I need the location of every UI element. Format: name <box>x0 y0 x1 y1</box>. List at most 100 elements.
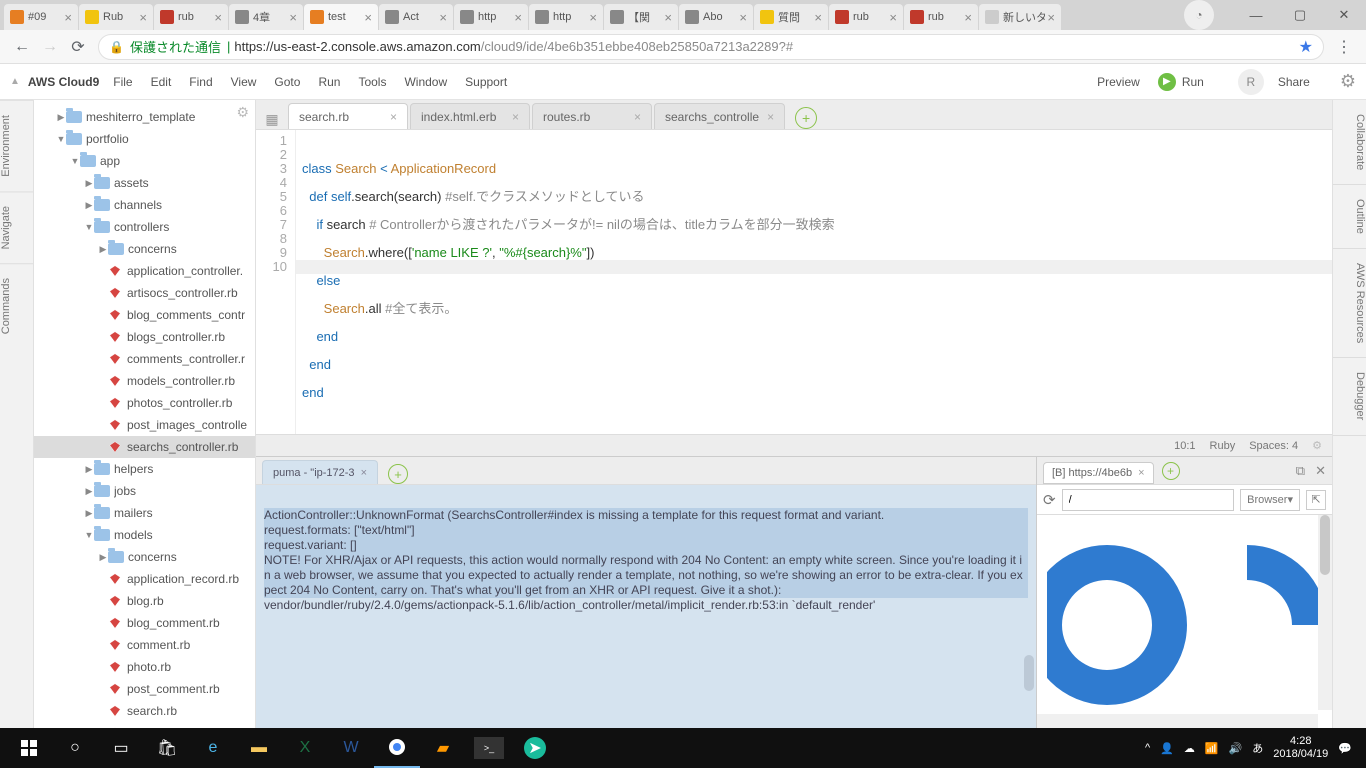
settings-gear-icon[interactable]: ⚙ <box>1340 71 1356 92</box>
preview-content[interactable] <box>1037 515 1332 728</box>
tree-folder[interactable]: ▶assets <box>34 172 255 194</box>
tree-file[interactable]: photos_controller.rb <box>34 392 255 414</box>
brand-label[interactable]: AWS Cloud9 <box>28 75 99 89</box>
side-tab[interactable]: Commands <box>0 263 33 348</box>
tree-file[interactable]: post_comment.rb <box>34 678 255 700</box>
side-tab[interactable]: AWS Resources <box>1333 249 1366 358</box>
tree-file[interactable]: photo.rb <box>34 656 255 678</box>
close-icon[interactable]: × <box>214 10 222 25</box>
chrome-profile-icon[interactable]: ◔ <box>1184 0 1214 30</box>
tree-file[interactable]: application_controller. <box>34 260 255 282</box>
clock[interactable]: 4:282018/04/19 <box>1273 735 1328 761</box>
close-icon[interactable]: × <box>439 10 447 25</box>
store-icon[interactable]: 🛍 <box>144 728 190 768</box>
close-icon[interactable]: × <box>589 10 597 25</box>
browser-tab[interactable]: #09× <box>4 4 78 30</box>
menu-item[interactable]: Run <box>318 75 340 89</box>
browser-tab[interactable]: 新しいタ× <box>979 4 1061 30</box>
close-icon[interactable]: × <box>759 110 774 124</box>
tree-folder[interactable]: ▶concerns <box>34 238 255 260</box>
sublime-icon[interactable]: ▰ <box>420 728 466 768</box>
bookmark-star-icon[interactable]: ★ <box>1299 37 1313 57</box>
close-icon[interactable]: × <box>889 10 897 25</box>
tree-file[interactable]: blog.rb <box>34 590 255 612</box>
tree-settings-icon[interactable]: ⚙ <box>236 104 249 121</box>
language-mode[interactable]: Ruby <box>1210 440 1236 452</box>
indent-setting[interactable]: Spaces: 4 <box>1249 440 1298 452</box>
editor-tab[interactable]: routes.rb× <box>532 103 652 129</box>
add-terminal-button[interactable]: + <box>388 464 408 484</box>
close-icon[interactable]: × <box>289 10 297 25</box>
share-button[interactable]: Share <box>1278 75 1310 89</box>
task-view-icon[interactable]: ▭ <box>98 728 144 768</box>
editor-tab[interactable]: searchs_controlle× <box>654 103 785 129</box>
scrollbar-thumb[interactable] <box>1024 655 1034 691</box>
notifications-icon[interactable]: 💬 <box>1338 742 1352 755</box>
tree-folder[interactable]: ▼app <box>34 150 255 172</box>
close-icon[interactable]: × <box>1138 467 1144 479</box>
preview-tab[interactable]: [B] https://4be6b× <box>1043 462 1154 484</box>
tree-folder[interactable]: ▶concerns <box>34 546 255 568</box>
tree-file[interactable]: comments_controller.r <box>34 348 255 370</box>
tree-folder[interactable]: ▶jobs <box>34 480 255 502</box>
browser-tab[interactable]: Abo× <box>679 4 753 30</box>
preview-button[interactable]: Preview <box>1097 75 1140 89</box>
chrome-icon[interactable] <box>374 728 420 768</box>
code-editor[interactable]: 12345678910 class Search < ApplicationRe… <box>256 130 1332 434</box>
start-button[interactable] <box>6 728 52 768</box>
browser-tab[interactable]: rub× <box>904 4 978 30</box>
menu-item[interactable]: Edit <box>151 75 172 89</box>
tree-file[interactable]: blog_comment.rb <box>34 612 255 634</box>
close-icon[interactable]: × <box>364 10 372 25</box>
preview-reload-icon[interactable]: ⟳ <box>1043 491 1056 509</box>
tray-ime-icon[interactable]: あ <box>1252 740 1263 756</box>
tree-folder[interactable]: ▶mailers <box>34 502 255 524</box>
reload-button[interactable]: ⟳ <box>64 33 92 61</box>
browser-tab[interactable]: 【関× <box>604 4 678 30</box>
editor-tab[interactable]: index.html.erb× <box>410 103 530 129</box>
tray-wifi-icon[interactable]: 📶 <box>1205 742 1219 755</box>
maximize-icon[interactable]: ⧉ <box>1296 463 1305 479</box>
cmd-icon[interactable]: >_ <box>474 737 504 759</box>
edge-icon[interactable]: e <box>190 728 236 768</box>
tree-file[interactable]: searchs_controller.rb <box>34 436 255 458</box>
preview-hscrollbar[interactable] <box>1037 714 1318 728</box>
back-button[interactable]: ← <box>8 33 36 61</box>
tray-onedrive-icon[interactable]: ☁ <box>1184 742 1195 755</box>
tree-file[interactable]: models_controller.rb <box>34 370 255 392</box>
add-preview-button[interactable]: + <box>1162 462 1180 480</box>
tree-folder[interactable]: ▶helpers <box>34 458 255 480</box>
preview-url-input[interactable] <box>1062 489 1235 511</box>
terminal-tab[interactable]: puma - "ip-172-3× <box>262 460 378 484</box>
tray-volume-icon[interactable]: 🔊 <box>1229 742 1243 755</box>
tree-file[interactable]: search.rb <box>34 700 255 722</box>
tree-folder[interactable]: ▶meshiterro_template <box>34 106 255 128</box>
browser-tab[interactable]: 4章× <box>229 4 303 30</box>
tree-folder[interactable]: ▶channels <box>34 194 255 216</box>
preview-vscrollbar[interactable] <box>1318 515 1332 710</box>
browser-tab[interactable]: test× <box>304 4 378 30</box>
menu-item[interactable]: Tools <box>358 75 386 89</box>
browser-tab[interactable]: 質問× <box>754 4 828 30</box>
close-panel-icon[interactable]: ✕ <box>1315 463 1326 479</box>
menu-item[interactable]: Support <box>465 75 507 89</box>
tree-file[interactable]: post_images_controlle <box>34 414 255 436</box>
tree-file[interactable]: comment.rb <box>34 634 255 656</box>
popout-icon[interactable]: ⇱ <box>1306 490 1326 510</box>
close-icon[interactable]: × <box>814 10 822 25</box>
close-icon[interactable]: × <box>739 10 747 25</box>
run-button[interactable]: ▶Run <box>1158 73 1204 91</box>
url-input[interactable]: 🔒 保護された通信 | https://us-east-2.console.aw… <box>98 34 1324 60</box>
side-tab[interactable]: Navigate <box>0 191 33 263</box>
explorer-icon[interactable]: ▬ <box>236 728 282 768</box>
close-icon[interactable]: × <box>664 10 672 25</box>
menu-item[interactable]: Goto <box>274 75 300 89</box>
window-minimize[interactable]: ― <box>1234 1 1278 29</box>
tree-file[interactable]: artisocs_controller.rb <box>34 282 255 304</box>
close-icon[interactable]: × <box>1047 10 1055 25</box>
close-icon[interactable]: × <box>514 10 522 25</box>
cursor-position[interactable]: 10:1 <box>1174 440 1195 452</box>
tree-folder[interactable]: ▼controllers <box>34 216 255 238</box>
tree-folder[interactable]: ▼portfolio <box>34 128 255 150</box>
browser-tab[interactable]: rub× <box>829 4 903 30</box>
